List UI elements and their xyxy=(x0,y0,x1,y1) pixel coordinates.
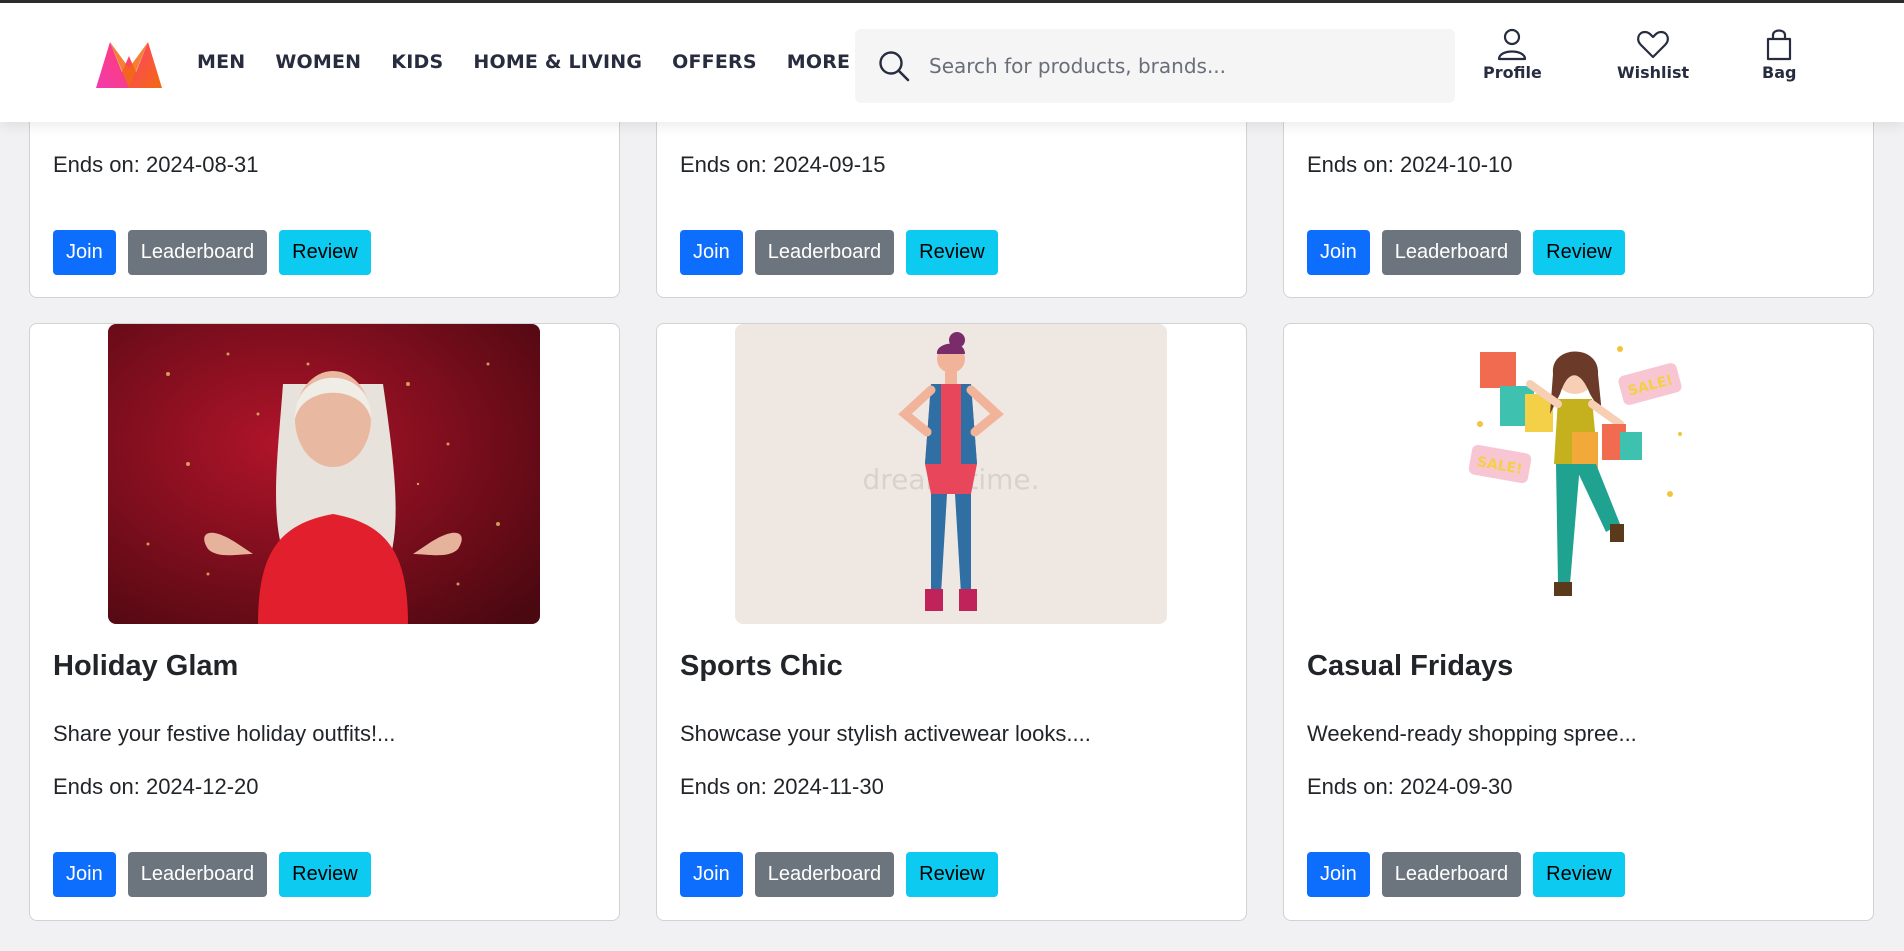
join-button[interactable]: Join xyxy=(1307,852,1370,897)
card-actions: Join Leaderboard Review xyxy=(1307,230,1625,275)
end-date: Ends on: 2024-10-10 xyxy=(1307,152,1513,177)
user-icon xyxy=(1498,28,1527,61)
challenge-title: Holiday Glam xyxy=(53,650,239,682)
heart-icon xyxy=(1637,30,1669,59)
top-header: MEN WOMEN KIDS HOME & LIVING OFFERS MORE… xyxy=(0,0,1904,122)
challenge-card-sports-chic: dreamstime. Sports Chic Showcase your st… xyxy=(656,323,1247,921)
review-button[interactable]: Review xyxy=(906,230,998,275)
end-date: Ends on: 2024-11-30 xyxy=(680,774,884,799)
challenge-description: Showcase your stylish activewear looks..… xyxy=(680,721,1091,746)
profile-label: Profile xyxy=(1483,63,1542,82)
review-button[interactable]: Review xyxy=(279,852,371,897)
nav-offers[interactable]: OFFERS xyxy=(672,51,757,73)
leaderboard-button[interactable]: Leaderboard xyxy=(754,852,895,897)
nav-men[interactable]: MEN xyxy=(197,51,245,73)
leaderboard-button[interactable]: Leaderboard xyxy=(1381,230,1522,275)
end-date: Ends on: 2024-12-20 xyxy=(53,774,259,799)
end-date: Ends on: 2024-09-30 xyxy=(1307,774,1513,799)
challenge-title: Sports Chic xyxy=(680,650,843,682)
join-button[interactable]: Join xyxy=(53,852,116,897)
challenge-title: Casual Fridays xyxy=(1307,650,1514,682)
challenge-image xyxy=(108,324,540,624)
challenge-description: Share your festive holiday outfits!... xyxy=(53,721,396,746)
nav-home-living[interactable]: HOME & LIVING xyxy=(473,51,642,73)
nav-more[interactable]: MORE xyxy=(787,51,850,73)
card-actions: Join Leaderboard Review xyxy=(53,230,371,275)
search-icon xyxy=(879,51,910,82)
leaderboard-button[interactable]: Leaderboard xyxy=(127,852,268,897)
card-actions: Join Leaderboard Review xyxy=(53,852,371,897)
shopping-bag-icon xyxy=(1767,29,1792,61)
nav-women[interactable]: WOMEN xyxy=(275,51,361,73)
card-actions: Join Leaderboard Review xyxy=(680,230,998,275)
challenge-card-holiday-glam: Holiday Glam Share your festive holiday … xyxy=(29,323,620,921)
search-bar xyxy=(855,29,1455,103)
join-button[interactable]: Join xyxy=(680,852,743,897)
nav-kids[interactable]: KIDS xyxy=(391,51,443,73)
join-button[interactable]: Join xyxy=(680,230,743,275)
myntra-logo[interactable] xyxy=(92,38,166,92)
profile-button[interactable]: Profile xyxy=(1483,27,1542,82)
end-date: Ends on: 2024-09-15 xyxy=(680,152,886,177)
leaderboard-button[interactable]: Leaderboard xyxy=(127,230,268,275)
challenge-description: Weekend-ready shopping spree... xyxy=(1307,721,1637,746)
join-button[interactable]: Join xyxy=(53,230,116,275)
review-button[interactable]: Review xyxy=(906,852,998,897)
end-date: Ends on: 2024-08-31 xyxy=(53,152,259,177)
join-button[interactable]: Join xyxy=(1307,230,1370,275)
review-button[interactable]: Review xyxy=(279,230,371,275)
main-nav: MEN WOMEN KIDS HOME & LIVING OFFERS MORE xyxy=(197,51,880,73)
bag-label: Bag xyxy=(1762,63,1797,82)
wishlist-button[interactable]: Wishlist xyxy=(1617,27,1689,82)
challenge-image: SALE! SALE! xyxy=(1450,324,1706,624)
card-actions: Join Leaderboard Review xyxy=(1307,852,1625,897)
wishlist-label: Wishlist xyxy=(1617,63,1690,82)
challenge-image: dreamstime. xyxy=(735,324,1167,624)
bag-button[interactable]: Bag xyxy=(1762,27,1796,82)
review-button[interactable]: Review xyxy=(1533,852,1625,897)
review-button[interactable]: Review xyxy=(1533,230,1625,275)
challenge-card-casual-fridays: SALE! SALE! Casual Fridays Weekend-ready… xyxy=(1283,323,1874,921)
leaderboard-button[interactable]: Leaderboard xyxy=(754,230,895,275)
leaderboard-button[interactable]: Leaderboard xyxy=(1381,852,1522,897)
search-input[interactable] xyxy=(929,54,1429,78)
card-actions: Join Leaderboard Review xyxy=(680,852,998,897)
